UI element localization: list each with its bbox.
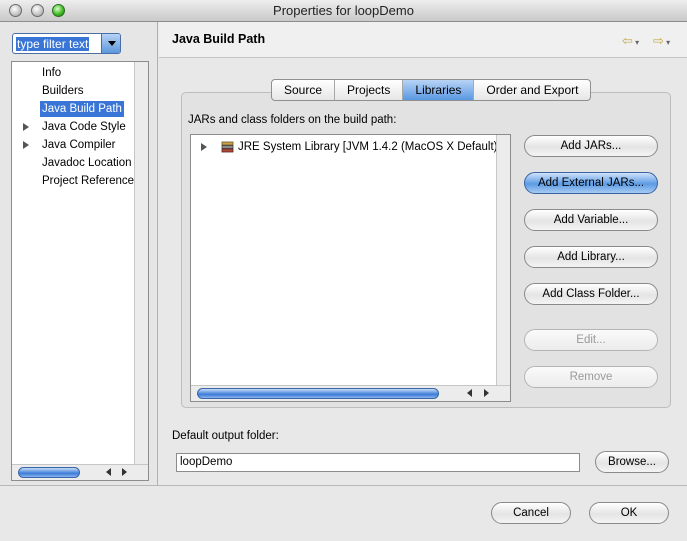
scroll-thumb[interactable] (18, 467, 80, 478)
tab-libraries[interactable]: Libraries (402, 80, 474, 100)
horizontal-scrollbar[interactable] (12, 464, 148, 480)
scroll-right-arrow-icon[interactable] (122, 468, 127, 476)
libraries-label: JARs and class folders on the build path… (188, 114, 397, 126)
scroll-right-arrow-icon[interactable] (484, 389, 489, 397)
back-arrow-icon[interactable]: ⇦ ▾ (622, 33, 639, 49)
disclosure-triangle-icon[interactable] (201, 143, 207, 151)
forward-arrow-icon[interactable]: ⇨ ▾ (653, 33, 670, 49)
add-external-jars-button[interactable]: Add External JARs... (524, 172, 658, 194)
libraries-list: JRE System Library [JVM 1.4.2 (MacOS X D… (190, 134, 511, 402)
tab-source[interactable]: Source (272, 80, 334, 100)
tree-item-info[interactable]: Info (40, 65, 63, 81)
build-path-tabs: Source Projects Libraries Order and Expo… (271, 79, 592, 101)
tree-item-java-compiler[interactable]: Java Compiler (40, 137, 118, 153)
tab-order-and-export[interactable]: Order and Export (473, 80, 590, 100)
dialog-button-bar: Cancel OK (0, 485, 687, 541)
tree-item-java-code-style[interactable]: Java Code Style (40, 119, 128, 135)
window-title-bar: Properties for loopDemo (0, 0, 687, 22)
jre-library-label: JRE System Library [JVM 1.4.2 (MacOS X D… (238, 141, 501, 153)
jar-library-icon (221, 141, 234, 153)
page-title: Java Build Path (172, 32, 266, 46)
vertical-scrollbar[interactable] (134, 62, 148, 464)
page-header: Java Build Path ⇦ ▾ ⇨ ▾ (159, 22, 687, 58)
scroll-thumb[interactable] (197, 388, 439, 399)
left-pane: type filter text Info Builders Java Buil… (0, 22, 158, 485)
output-folder-label: Default output folder: (172, 430, 279, 442)
window-title: Properties for loopDemo (273, 3, 414, 18)
ok-button[interactable]: OK (589, 502, 669, 524)
disclosure-triangle-icon[interactable] (23, 141, 29, 149)
cancel-button[interactable]: Cancel (491, 502, 571, 524)
add-library-button[interactable]: Add Library... (524, 246, 658, 268)
browse-button[interactable]: Browse... (595, 451, 669, 473)
tree-item-builders[interactable]: Builders (40, 83, 86, 99)
scroll-left-arrow-icon[interactable] (106, 468, 111, 476)
tree-item-java-build-path[interactable]: Java Build Path (40, 101, 124, 117)
filter-combo[interactable]: type filter text (12, 33, 121, 54)
output-folder-field[interactable]: loopDemo (176, 453, 580, 472)
tab-projects[interactable]: Projects (334, 80, 402, 100)
add-variable-button[interactable]: Add Variable... (524, 209, 658, 231)
add-class-folder-button[interactable]: Add Class Folder... (524, 283, 658, 305)
remove-button[interactable]: Remove (524, 366, 658, 388)
vertical-scrollbar[interactable] (496, 135, 510, 385)
tree-item-javadoc-location[interactable]: Javadoc Location (40, 155, 134, 171)
filter-input[interactable]: type filter text (16, 37, 90, 51)
disclosure-triangle-icon[interactable] (23, 123, 29, 131)
edit-button[interactable]: Edit... (524, 329, 658, 351)
right-pane: Java Build Path ⇦ ▾ ⇨ ▾ Source Projects … (159, 22, 687, 485)
property-page-tree: Info Builders Java Build Path Java Code … (11, 61, 149, 481)
tree-item-project-reference[interactable]: Project Reference (40, 173, 136, 189)
scroll-left-arrow-icon[interactable] (467, 389, 472, 397)
chevron-down-icon[interactable] (101, 34, 120, 53)
horizontal-scrollbar[interactable] (191, 385, 510, 401)
add-jars-button[interactable]: Add JARs... (524, 135, 658, 157)
